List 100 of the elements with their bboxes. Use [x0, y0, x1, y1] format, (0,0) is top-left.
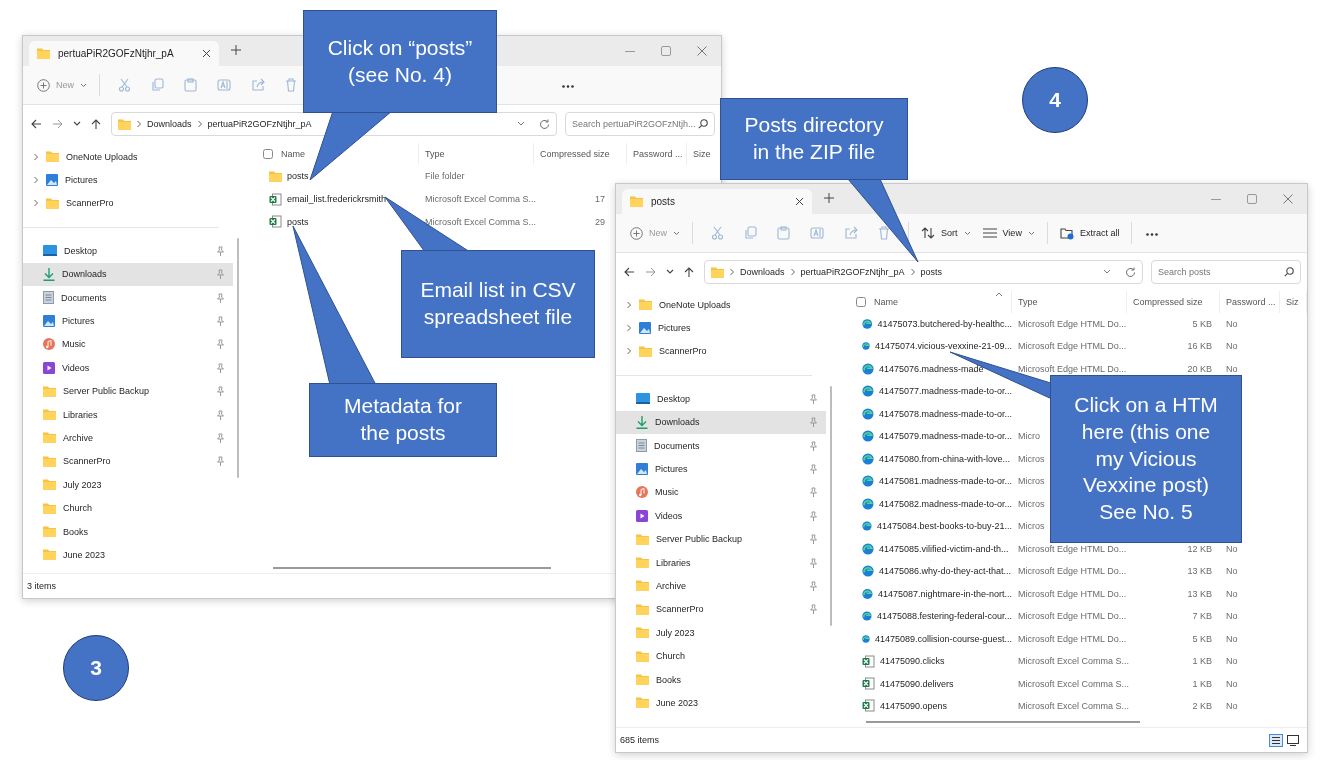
pin-icon[interactable] [216, 339, 225, 350]
sidebar-item[interactable]: July 2023 [23, 473, 233, 497]
sidebar-item[interactable]: Archive [616, 574, 826, 598]
sidebar-item[interactable]: Pictures [23, 309, 233, 333]
tiles-view-icon[interactable] [1287, 734, 1299, 746]
up-icon[interactable] [91, 118, 101, 130]
pin-icon[interactable] [809, 557, 818, 568]
forward-icon[interactable] [645, 267, 656, 277]
paste-icon[interactable] [184, 78, 197, 92]
sidebar-item[interactable]: Desktop [616, 387, 826, 411]
pin-icon[interactable] [809, 581, 818, 591]
breadcrumb-link[interactable]: pertuaPiR2GOFzNtjhr_pA [800, 267, 905, 277]
column-header[interactable]: Type [1012, 291, 1127, 313]
sidebar-item[interactable]: OneNote Uploads [23, 145, 233, 169]
sidebar-item[interactable]: Downloads [616, 410, 826, 434]
back-icon[interactable] [31, 119, 42, 129]
pin-icon[interactable] [216, 386, 225, 397]
sidebar-item[interactable]: Church [23, 496, 233, 520]
dropdown-caret-icon[interactable] [1103, 269, 1111, 275]
pin-icon[interactable] [809, 604, 818, 615]
copy-icon[interactable] [151, 78, 164, 92]
new-tab-icon[interactable] [231, 45, 241, 55]
pin-icon[interactable] [216, 269, 225, 280]
sidebar-item[interactable]: Desktop [23, 239, 233, 263]
sidebar-item[interactable]: June 2023 [616, 691, 826, 715]
checkbox[interactable] [263, 149, 273, 159]
sidebar-item[interactable]: Videos [616, 504, 826, 528]
sidebar-item[interactable]: ScannerPro [23, 191, 233, 216]
pin-icon[interactable] [216, 409, 225, 420]
sidebar-item[interactable]: Books [616, 667, 826, 692]
pin-icon[interactable] [809, 534, 818, 545]
pin-icon[interactable] [216, 362, 225, 373]
sidebar-item[interactable]: ScannerPro [23, 449, 233, 474]
column-header[interactable]: Password ... [1220, 291, 1280, 313]
sidebar-item[interactable]: Libraries [616, 550, 826, 575]
window-tab[interactable]: pertuaPiR2GOFzNtjhr_pA [29, 41, 219, 66]
sidebar-item[interactable]: OneNote Uploads [616, 293, 826, 317]
breadcrumb-link[interactable]: Downloads [147, 119, 192, 129]
checkbox[interactable] [856, 296, 866, 307]
details-view-icon[interactable] [1269, 733, 1283, 747]
sidebar-item[interactable]: Documents [616, 433, 826, 458]
recent-caret-icon[interactable] [666, 269, 674, 275]
pin-icon[interactable] [216, 433, 225, 443]
more-icon[interactable] [1146, 233, 1159, 236]
pin-icon[interactable] [216, 245, 225, 256]
sidebar-item[interactable]: ScannerPro [616, 597, 826, 622]
extract-all-button[interactable]: Extract all [1053, 222, 1126, 244]
paste-icon[interactable] [777, 226, 790, 240]
sidebar-item[interactable]: Books [23, 519, 233, 544]
search-field[interactable]: Search posts [1151, 260, 1301, 284]
sidebar-item[interactable]: Church [616, 644, 826, 668]
back-icon[interactable] [624, 267, 635, 277]
share-icon[interactable] [844, 226, 858, 240]
refresh-icon[interactable] [1125, 266, 1136, 278]
pin-icon[interactable] [809, 487, 818, 498]
sidebar-item[interactable]: Archive [23, 426, 233, 450]
pin-icon[interactable] [809, 440, 818, 451]
sort-button[interactable]: Sort [915, 223, 977, 243]
window-tab[interactable]: posts [622, 189, 812, 214]
rename-icon[interactable] [217, 78, 231, 92]
sidebar-item[interactable]: ScannerPro [616, 339, 826, 364]
scissors-icon[interactable] [711, 226, 724, 240]
close-icon[interactable] [795, 197, 804, 206]
close-icon[interactable] [202, 49, 211, 58]
recent-caret-icon[interactable] [73, 121, 81, 127]
forward-icon[interactable] [52, 119, 63, 129]
sidebar-item[interactable]: Music [616, 480, 826, 505]
more-icon[interactable] [562, 85, 574, 88]
sidebar-item[interactable]: Pictures [23, 168, 233, 192]
new-tab-icon[interactable] [824, 193, 834, 203]
sidebar-item[interactable]: Libraries [23, 402, 233, 427]
sidebar-item[interactable]: July 2023 [616, 621, 826, 645]
sidebar-item[interactable]: Videos [23, 356, 233, 380]
column-header[interactable]: Type [419, 143, 534, 165]
sidebar-item[interactable]: Pictures [616, 316, 826, 340]
copy-icon[interactable] [744, 226, 757, 240]
maximize-icon[interactable] [1247, 194, 1257, 204]
up-icon[interactable] [684, 266, 694, 278]
sidebar-item[interactable]: Pictures [616, 457, 826, 481]
sidebar-item[interactable]: Documents [23, 285, 233, 310]
search-field[interactable]: Search pertuaPiR2GOFzNtjh... [565, 112, 715, 136]
column-header[interactable]: Compressed size [534, 143, 627, 165]
sidebar-item[interactable]: June 2023 [23, 543, 233, 567]
pin-icon[interactable] [809, 464, 818, 475]
sidebar-item[interactable]: Music [23, 332, 233, 357]
column-header[interactable]: Siz [1280, 291, 1307, 313]
share-icon[interactable] [251, 78, 265, 92]
dropdown-caret-icon[interactable] [517, 121, 525, 127]
view-button[interactable]: View [976, 224, 1041, 242]
scissors-icon[interactable] [118, 78, 131, 92]
pin-icon[interactable] [216, 316, 225, 327]
sidebar-item[interactable]: Server Public Backup [23, 379, 233, 403]
sidebar-item[interactable]: Server Public Backup [616, 527, 826, 551]
pin-icon[interactable] [809, 417, 818, 428]
column-header[interactable]: Compressed size [1127, 291, 1220, 313]
address-bar[interactable]: Downloads pertuaPiR2GOFzNtjhr_pA posts [704, 260, 1143, 284]
pin-icon[interactable] [809, 393, 818, 404]
column-header[interactable]: Name [850, 291, 1012, 313]
column-header[interactable]: Password ... [627, 143, 687, 165]
pin-icon[interactable] [216, 292, 225, 303]
